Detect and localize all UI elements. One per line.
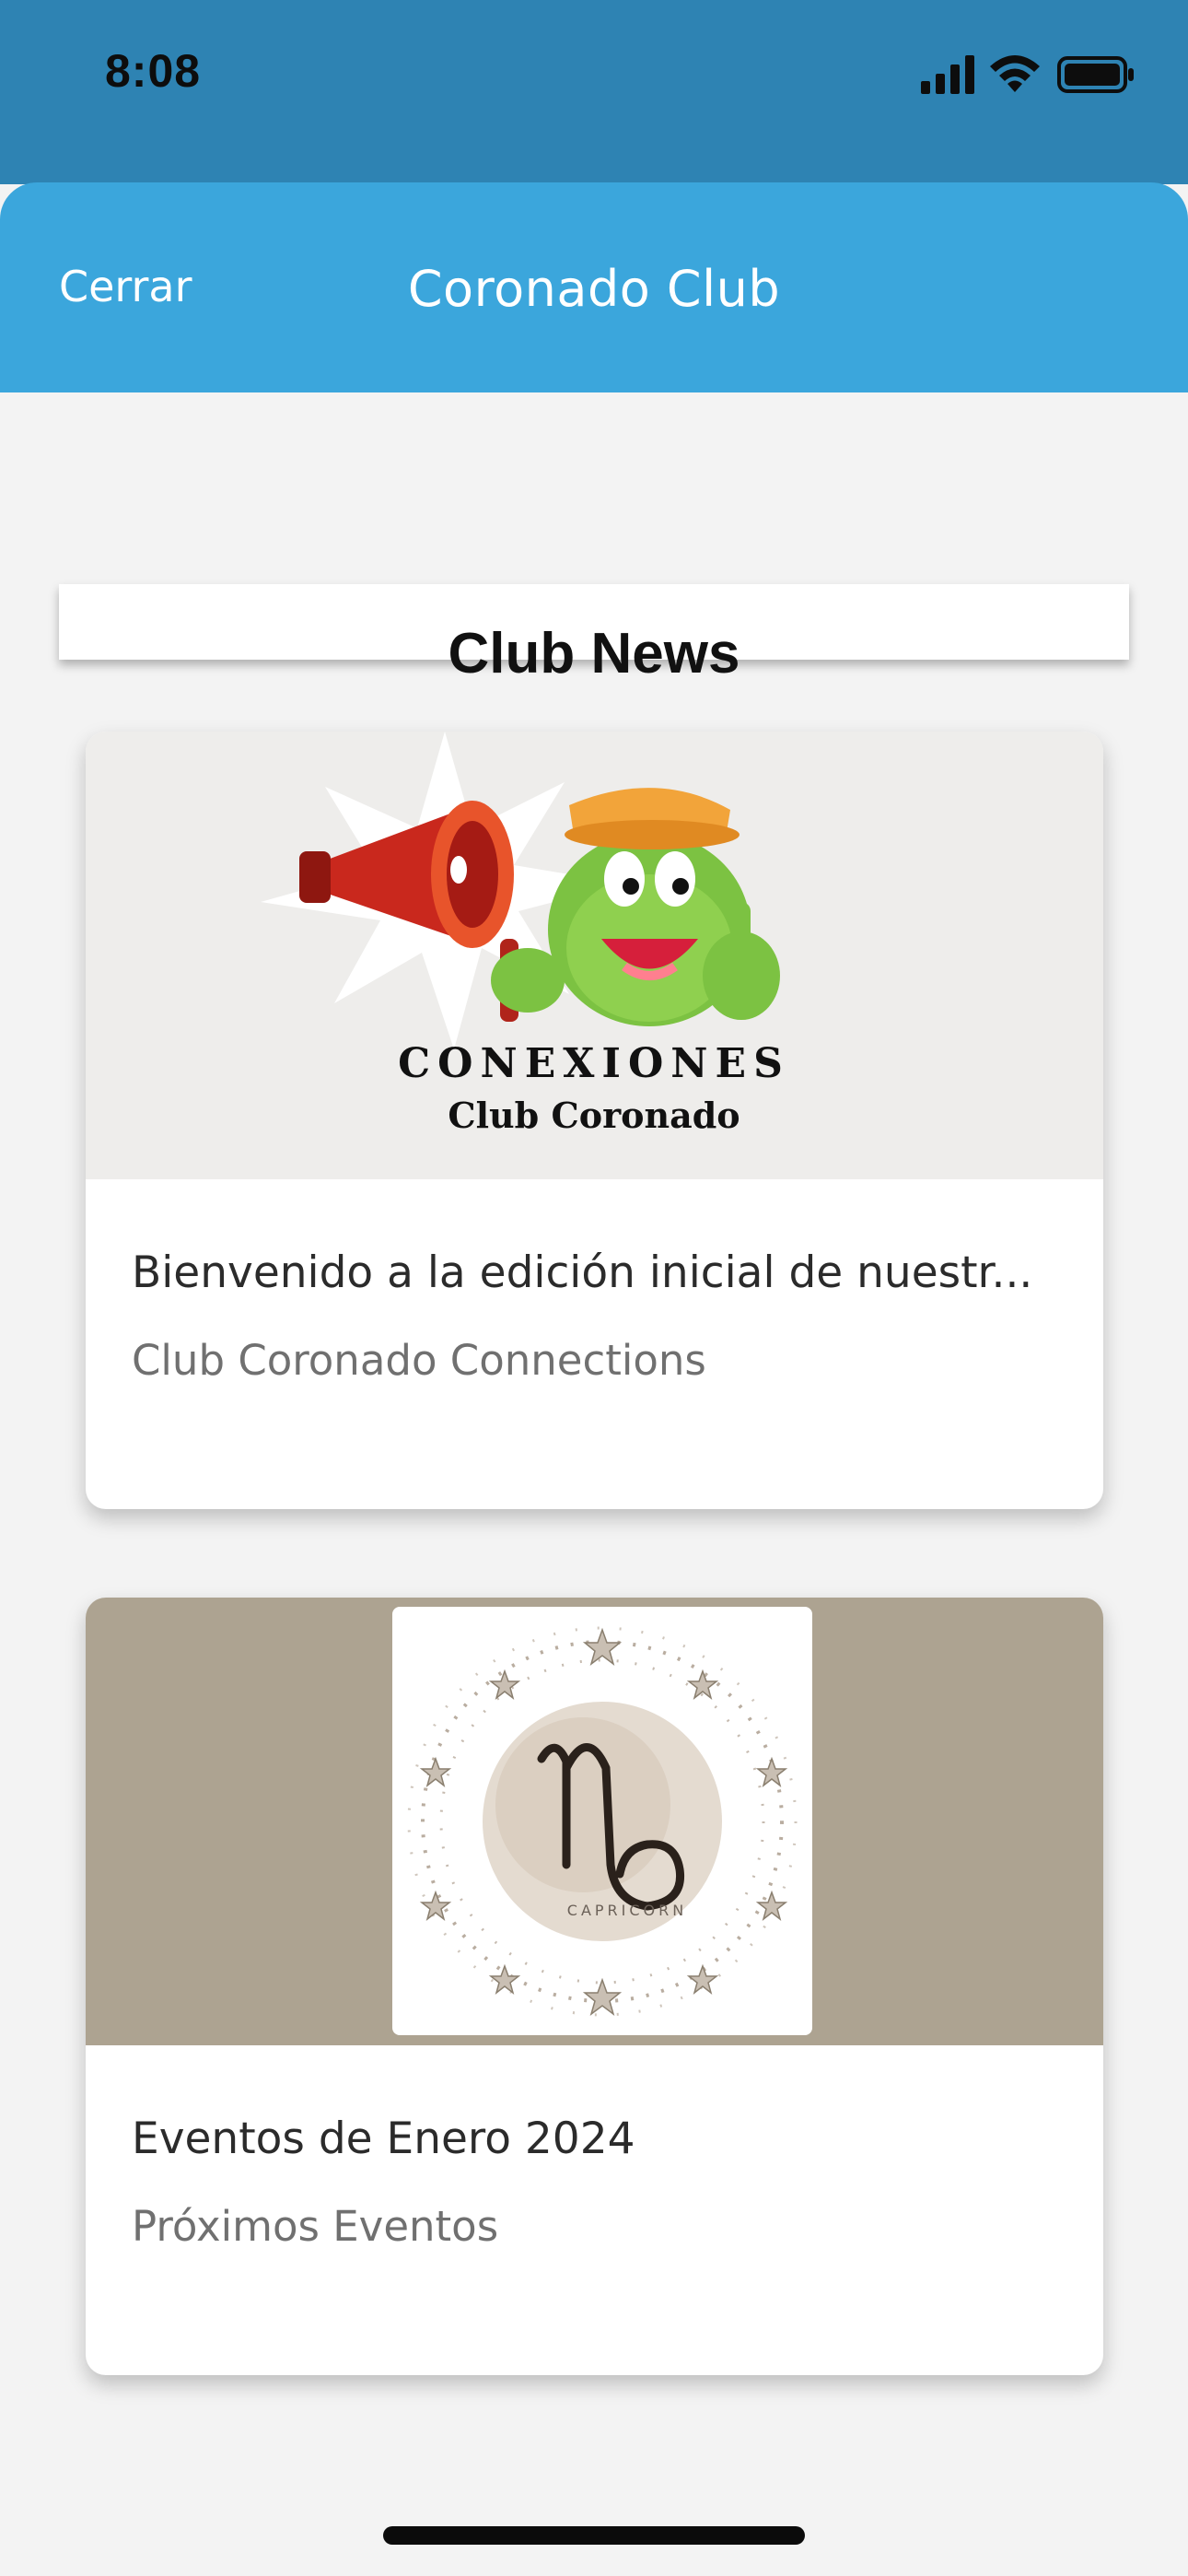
logo-line-2: Club Coronado [448, 1095, 740, 1136]
home-indicator[interactable] [383, 2526, 805, 2545]
news-title: Bienvenido a la edición inicial de nuest… [132, 1247, 1033, 1298]
news-content: Club News CONEXIONES Club Coronado Bienv… [0, 392, 1188, 2576]
wifi-icon [990, 55, 1040, 92]
status-bar: 8:08 [0, 0, 1188, 184]
page-title: Coronado Club [407, 260, 781, 318]
status-time: 8:08 [105, 45, 202, 97]
battery-icon [1057, 56, 1134, 93]
news-card[interactable]: CONEXIONES Club Coronado Bienvenido a la… [86, 732, 1103, 1509]
logo-line-1: CONEXIONES [398, 1040, 790, 1087]
capricorn-image: CAPRICORN [86, 1598, 1103, 2045]
modal-header: Cerrar Coronado Club [0, 182, 1188, 392]
news-subtitle: Club Coronado Connections [132, 1336, 706, 1385]
capricorn-caption: CAPRICORN [567, 1902, 687, 1919]
news-subtitle: Próximos Eventos [132, 2202, 499, 2251]
section-title: Club News [448, 622, 740, 685]
cellular-signal-icon [921, 55, 974, 94]
conexiones-logo-image: CONEXIONES Club Coronado [86, 732, 1103, 1179]
news-title: Eventos de Enero 2024 [132, 2113, 635, 2164]
news-card[interactable]: CAPRICORN Eventos de Enero 2024 Próximos… [86, 1598, 1103, 2375]
